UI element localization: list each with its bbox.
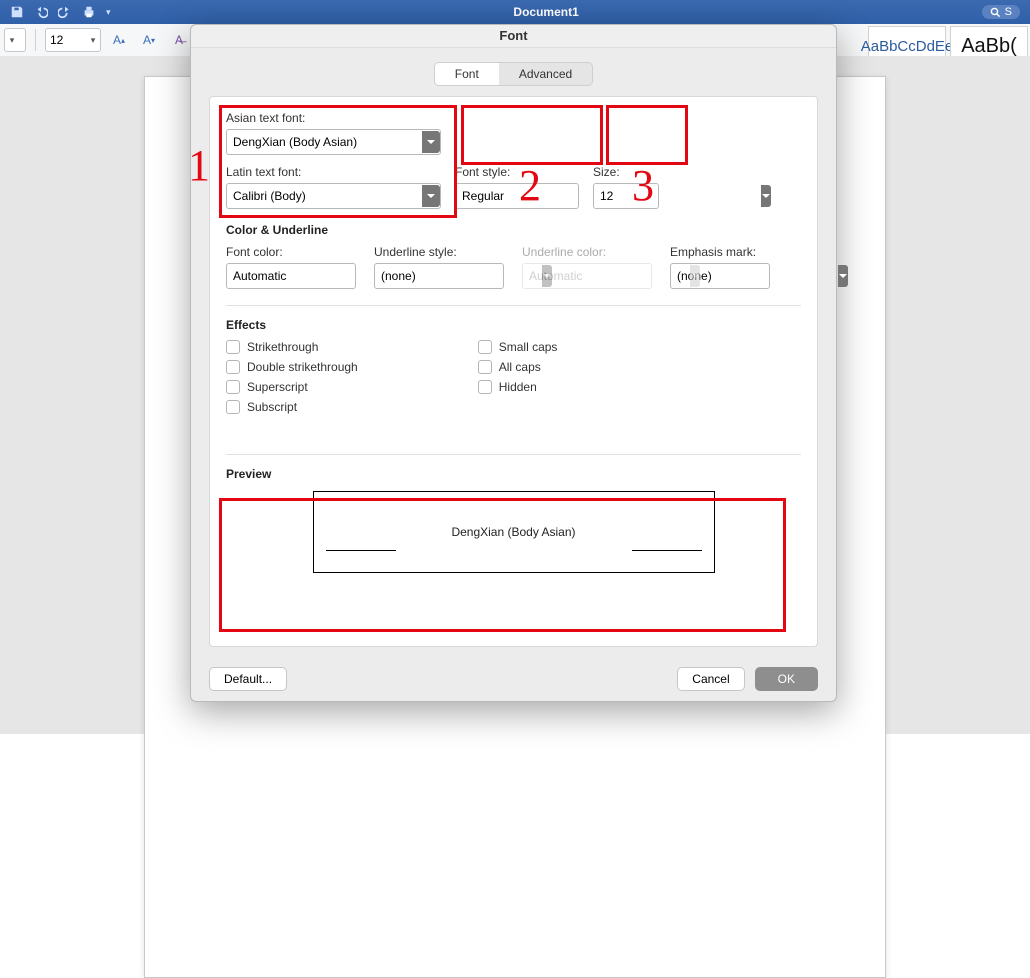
font-dialog: Font Font Advanced Asian text font: Lati… bbox=[190, 24, 837, 702]
chevron-down-icon[interactable] bbox=[761, 185, 771, 207]
titlebar: ▾ Document1 S bbox=[0, 0, 1030, 24]
font-color-label: Font color: bbox=[226, 245, 356, 259]
document-title: Document1 bbox=[121, 5, 972, 19]
underline-style-label: Underline style: bbox=[374, 245, 504, 259]
chevron-down-icon[interactable] bbox=[422, 185, 440, 207]
redo-icon[interactable] bbox=[58, 5, 72, 19]
underline-style-value[interactable] bbox=[375, 269, 542, 283]
asian-font-value[interactable] bbox=[227, 135, 422, 149]
tab-font[interactable]: Font bbox=[435, 63, 499, 85]
latin-font-value[interactable] bbox=[227, 189, 422, 203]
chk-hidden[interactable]: Hidden bbox=[478, 380, 558, 394]
font-size-input[interactable] bbox=[46, 33, 86, 47]
preview-frame: DengXian (Body Asian) bbox=[313, 491, 715, 573]
chevron-down-icon[interactable] bbox=[838, 265, 848, 287]
increase-font-icon[interactable]: A▴ bbox=[107, 28, 131, 52]
save-icon[interactable] bbox=[10, 5, 24, 19]
search-box[interactable]: S bbox=[982, 5, 1020, 19]
font-size-combo[interactable]: ▾ bbox=[45, 28, 101, 52]
print-icon[interactable] bbox=[82, 5, 96, 19]
chk-superscript[interactable]: Superscript bbox=[226, 380, 358, 394]
font-color-dropdown[interactable] bbox=[226, 263, 356, 289]
tab-advanced[interactable]: Advanced bbox=[499, 63, 592, 85]
dialog-footer: Default... Cancel OK bbox=[191, 657, 836, 701]
font-size-value[interactable] bbox=[594, 189, 761, 203]
dialog-title: Font bbox=[191, 25, 836, 48]
font-family-combo[interactable]: ▾ bbox=[4, 28, 26, 52]
decrease-font-icon[interactable]: A▾ bbox=[137, 28, 161, 52]
color-underline-title: Color & Underline bbox=[226, 223, 801, 237]
undo-icon[interactable] bbox=[34, 5, 48, 19]
chk-double-strikethrough[interactable]: Double strikethrough bbox=[226, 360, 358, 374]
ok-button[interactable]: OK bbox=[755, 667, 818, 691]
preview-text: DengXian (Body Asian) bbox=[451, 525, 575, 539]
asian-font-dropdown[interactable] bbox=[226, 129, 441, 155]
font-style-dropdown[interactable] bbox=[455, 183, 579, 209]
underline-color-dropdown bbox=[522, 263, 652, 289]
chk-strikethrough[interactable]: Strikethrough bbox=[226, 340, 358, 354]
font-color-value[interactable] bbox=[227, 269, 394, 283]
chevron-down-icon bbox=[690, 265, 700, 287]
underline-color-label: Underline color: bbox=[522, 245, 652, 259]
latin-font-label: Latin text font: bbox=[226, 165, 441, 179]
chk-small-caps[interactable]: Small caps bbox=[478, 340, 558, 354]
chevron-down-icon[interactable]: ▾ bbox=[106, 7, 111, 18]
font-size-label: Size: bbox=[593, 165, 659, 179]
underline-style-dropdown[interactable] bbox=[374, 263, 504, 289]
default-button[interactable]: Default... bbox=[209, 667, 287, 691]
clear-formatting-icon[interactable]: A̶ bbox=[167, 28, 191, 52]
search-placeholder: S bbox=[1005, 6, 1012, 18]
chk-all-caps[interactable]: All caps bbox=[478, 360, 558, 374]
search-icon bbox=[990, 7, 1001, 18]
underline-color-value bbox=[523, 269, 690, 283]
dialog-pane: Asian text font: Latin text font: Font s… bbox=[209, 96, 818, 647]
effects-title: Effects bbox=[226, 305, 801, 332]
cancel-button[interactable]: Cancel bbox=[677, 667, 744, 691]
chk-subscript[interactable]: Subscript bbox=[226, 400, 358, 414]
font-size-dropdown[interactable] bbox=[593, 183, 659, 209]
emphasis-label: Emphasis mark: bbox=[670, 245, 770, 259]
preview-title: Preview bbox=[226, 467, 801, 481]
latin-font-dropdown[interactable] bbox=[226, 183, 441, 209]
asian-font-label: Asian text font: bbox=[226, 111, 441, 125]
chevron-down-icon[interactable] bbox=[422, 131, 440, 153]
dialog-tabs: Font Advanced bbox=[191, 62, 836, 86]
font-style-label: Font style: bbox=[455, 165, 579, 179]
